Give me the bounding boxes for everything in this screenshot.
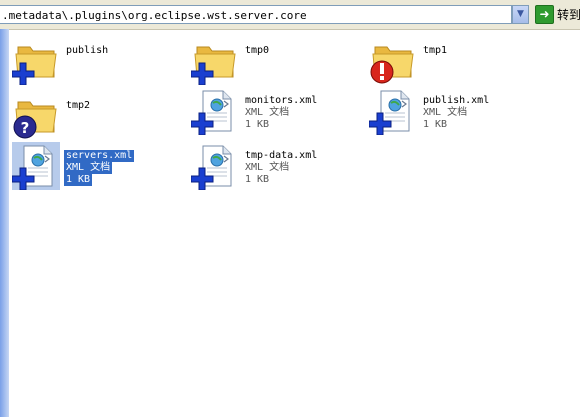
file-type: XML 文档 <box>245 162 290 173</box>
address-bar: .metadata\.plugins\org.eclipse.wst.serve… <box>0 0 580 30</box>
file-name: tmp-data.xml <box>245 150 318 161</box>
file-item-tmp0[interactable]: tmp0 <box>191 37 341 87</box>
file-name: tmp0 <box>245 45 270 56</box>
go-label: 转到 <box>557 8 580 22</box>
file-name: publish.xml <box>423 95 490 106</box>
file-item-publish[interactable]: publish <box>12 37 162 87</box>
file-label: monitors.xml XML 文档 1 KB <box>245 95 317 131</box>
file-name: monitors.xml <box>245 95 318 106</box>
go-button[interactable]: ➜ 转到 <box>535 5 580 24</box>
file-name: tmp1 <box>423 45 448 56</box>
file-name: servers.xml <box>64 150 135 162</box>
file-label: servers.xml XML 文档 1 KB <box>64 150 135 186</box>
file-item-servers-xml[interactable]: servers.xml XML 文档 1 KB <box>12 142 162 192</box>
address-input[interactable]: .metadata\.plugins\org.eclipse.wst.serve… <box>0 5 512 24</box>
file-type: XML 文档 <box>64 162 113 174</box>
left-panel-edge <box>0 29 9 417</box>
file-name: publish <box>66 45 109 56</box>
file-size: 1 KB <box>64 174 93 186</box>
file-type: XML 文档 <box>423 107 468 118</box>
file-label: tmp1 <box>423 45 447 57</box>
file-size: 1 KB <box>423 119 448 130</box>
xml-file-icon <box>369 90 410 135</box>
file-label: publish.xml XML 文档 1 KB <box>423 95 489 131</box>
file-label: tmp0 <box>245 45 269 57</box>
file-type: XML 文档 <box>245 107 290 118</box>
file-label: tmp2 <box>66 100 90 112</box>
address-dropdown-button[interactable]: ▼ <box>512 5 529 24</box>
address-path: .metadata\.plugins\org.eclipse.wst.serve… <box>2 9 307 22</box>
folder-question-icon <box>13 101 57 139</box>
file-size: 1 KB <box>245 174 270 185</box>
file-item-monitors-xml[interactable]: monitors.xml XML 文档 1 KB <box>191 87 341 137</box>
chevron-down-icon: ▼ <box>517 9 524 19</box>
xml-file-icon <box>12 142 60 190</box>
file-label: publish <box>66 45 108 57</box>
file-item-tmp2[interactable]: tmp2 <box>12 92 162 142</box>
go-arrow-icon: ➜ <box>535 5 554 24</box>
file-item-tmp1[interactable]: tmp1 <box>369 37 519 87</box>
file-name: tmp2 <box>66 100 91 111</box>
file-item-tmp-data-xml[interactable]: tmp-data.xml XML 文档 1 KB <box>191 142 341 192</box>
file-size: 1 KB <box>245 119 270 130</box>
folder-icon <box>191 46 236 85</box>
xml-file-icon <box>191 90 232 135</box>
xml-file-icon <box>191 145 232 190</box>
folder-icon <box>12 46 57 85</box>
folder-error-icon <box>370 46 414 84</box>
file-label: tmp-data.xml XML 文档 1 KB <box>245 150 317 186</box>
file-item-publish-xml[interactable]: publish.xml XML 文档 1 KB <box>369 87 519 137</box>
